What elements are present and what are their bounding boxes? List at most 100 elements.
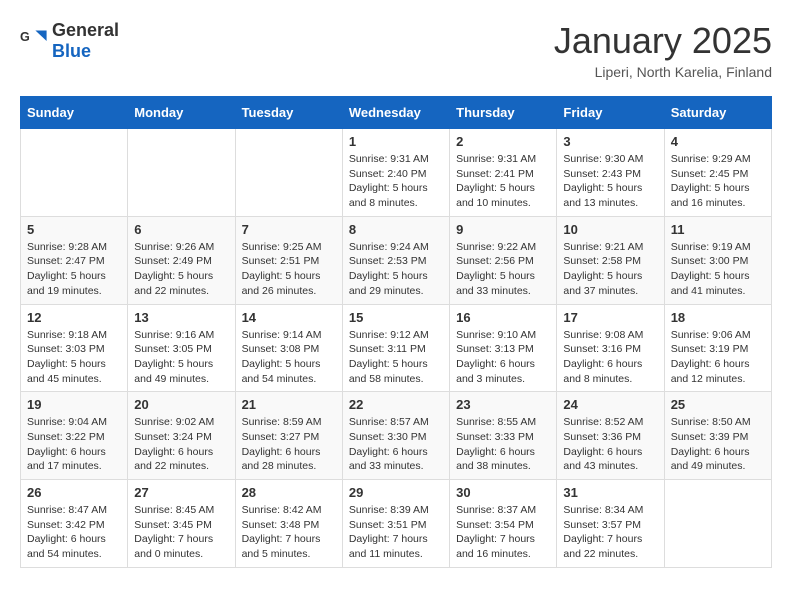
calendar-cell: 27 Sunrise: 8:45 AM Sunset: 3:45 PM Dayli… <box>128 480 235 568</box>
day-info: Sunrise: 9:29 AM Sunset: 2:45 PM Dayligh… <box>671 152 765 211</box>
day-number: 6 <box>134 222 228 237</box>
calendar-cell: 11Sunrise: 9:19 AM Sunset: 3:00 PM Dayli… <box>664 216 771 304</box>
calendar-cell: 9Sunrise: 9:22 AM Sunset: 2:56 PM Daylig… <box>450 216 557 304</box>
day-number: 23 <box>456 397 550 412</box>
calendar-cell: 15 Sunrise: 9:12 AM Sunset: 3:11 PM Dayli… <box>342 304 449 392</box>
day-number: 30 <box>456 485 550 500</box>
day-info: Sunrise: 9:21 AM Sunset: 2:58 PM Dayligh… <box>563 240 657 299</box>
calendar-cell: 12Sunrise: 9:18 AM Sunset: 3:03 PM Dayli… <box>21 304 128 392</box>
day-number: 22 <box>349 397 443 412</box>
day-number: 3 <box>563 134 657 149</box>
calendar-cell <box>664 480 771 568</box>
calendar-cell: 4 Sunrise: 9:29 AM Sunset: 2:45 PM Daylig… <box>664 129 771 217</box>
day-number: 28 <box>242 485 336 500</box>
day-info: Sunrise: 8:45 AM Sunset: 3:45 PM Dayligh… <box>134 503 228 562</box>
calendar-cell: 8Sunrise: 9:24 AM Sunset: 2:53 PM Daylig… <box>342 216 449 304</box>
calendar-table: SundayMondayTuesdayWednesdayThursdayFrid… <box>20 96 772 568</box>
day-number: 13 <box>134 310 228 325</box>
day-info: Sunrise: 9:04 AM Sunset: 3:22 PM Dayligh… <box>27 415 121 474</box>
location-title: Liperi, North Karelia, Finland <box>554 64 772 80</box>
calendar-cell: 22 Sunrise: 8:57 AM Sunset: 3:30 PM Dayli… <box>342 392 449 480</box>
svg-text:G: G <box>20 30 30 44</box>
calendar-cell <box>21 129 128 217</box>
day-info: Sunrise: 9:22 AM Sunset: 2:56 PM Dayligh… <box>456 240 550 299</box>
day-info: Sunrise: 9:16 AM Sunset: 3:05 PM Dayligh… <box>134 328 228 387</box>
day-number: 31 <box>563 485 657 500</box>
day-number: 27 <box>134 485 228 500</box>
logo-blue-text: Blue <box>52 41 91 61</box>
weekday-header-wednesday: Wednesday <box>342 97 449 129</box>
day-number: 2 <box>456 134 550 149</box>
weekday-header-friday: Friday <box>557 97 664 129</box>
day-number: 21 <box>242 397 336 412</box>
day-number: 18 <box>671 310 765 325</box>
calendar-cell: 13 Sunrise: 9:16 AM Sunset: 3:05 PM Dayli… <box>128 304 235 392</box>
day-info: Sunrise: 9:12 AM Sunset: 3:11 PM Dayligh… <box>349 328 443 387</box>
day-info: Sunrise: 9:10 AM Sunset: 3:13 PM Dayligh… <box>456 328 550 387</box>
day-info: Sunrise: 9:31 AM Sunset: 2:41 PM Dayligh… <box>456 152 550 211</box>
day-number: 5 <box>27 222 121 237</box>
calendar-cell: 19 Sunrise: 9:04 AM Sunset: 3:22 PM Dayli… <box>21 392 128 480</box>
day-number: 7 <box>242 222 336 237</box>
day-number: 1 <box>349 134 443 149</box>
day-info: Sunrise: 8:59 AM Sunset: 3:27 PM Dayligh… <box>242 415 336 474</box>
calendar-cell: 28Sunrise: 8:42 AM Sunset: 3:48 PM Dayli… <box>235 480 342 568</box>
weekday-header-monday: Monday <box>128 97 235 129</box>
day-info: Sunrise: 9:19 AM Sunset: 3:00 PM Dayligh… <box>671 240 765 299</box>
day-info: Sunrise: 8:52 AM Sunset: 3:36 PM Dayligh… <box>563 415 657 474</box>
calendar-cell: 5 Sunrise: 9:28 AM Sunset: 2:47 PM Daylig… <box>21 216 128 304</box>
logo-general-text: General <box>52 20 119 40</box>
calendar-cell: 6 Sunrise: 9:26 AM Sunset: 2:49 PM Daylig… <box>128 216 235 304</box>
calendar-week-row: 12Sunrise: 9:18 AM Sunset: 3:03 PM Dayli… <box>21 304 772 392</box>
day-info: Sunrise: 9:24 AM Sunset: 2:53 PM Dayligh… <box>349 240 443 299</box>
day-info: Sunrise: 8:50 AM Sunset: 3:39 PM Dayligh… <box>671 415 765 474</box>
calendar-cell: 20Sunrise: 9:02 AM Sunset: 3:24 PM Dayli… <box>128 392 235 480</box>
day-info: Sunrise: 9:25 AM Sunset: 2:51 PM Dayligh… <box>242 240 336 299</box>
day-number: 19 <box>27 397 121 412</box>
day-info: Sunrise: 9:06 AM Sunset: 3:19 PM Dayligh… <box>671 328 765 387</box>
day-number: 25 <box>671 397 765 412</box>
calendar-week-row: 19 Sunrise: 9:04 AM Sunset: 3:22 PM Dayli… <box>21 392 772 480</box>
calendar-cell: 30 Sunrise: 8:37 AM Sunset: 3:54 PM Dayli… <box>450 480 557 568</box>
calendar-cell: 2 Sunrise: 9:31 AM Sunset: 2:41 PM Daylig… <box>450 129 557 217</box>
day-info: Sunrise: 8:34 AM Sunset: 3:57 PM Dayligh… <box>563 503 657 562</box>
calendar-week-row: 1Sunrise: 9:31 AM Sunset: 2:40 PM Daylig… <box>21 129 772 217</box>
calendar-week-row: 5 Sunrise: 9:28 AM Sunset: 2:47 PM Daylig… <box>21 216 772 304</box>
calendar-cell: 29 Sunrise: 8:39 AM Sunset: 3:51 PM Dayli… <box>342 480 449 568</box>
day-number: 4 <box>671 134 765 149</box>
day-number: 15 <box>349 310 443 325</box>
day-number: 10 <box>563 222 657 237</box>
page-header: G General Blue January 2025 Liperi, Nort… <box>20 20 772 80</box>
weekday-header-thursday: Thursday <box>450 97 557 129</box>
calendar-cell <box>235 129 342 217</box>
day-number: 26 <box>27 485 121 500</box>
day-info: Sunrise: 9:28 AM Sunset: 2:47 PM Dayligh… <box>27 240 121 299</box>
day-info: Sunrise: 8:55 AM Sunset: 3:33 PM Dayligh… <box>456 415 550 474</box>
day-number: 16 <box>456 310 550 325</box>
logo-icon: G <box>20 27 48 55</box>
day-number: 12 <box>27 310 121 325</box>
weekday-header-saturday: Saturday <box>664 97 771 129</box>
calendar-cell: 21 Sunrise: 8:59 AM Sunset: 3:27 PM Dayli… <box>235 392 342 480</box>
calendar-cell: 10 Sunrise: 9:21 AM Sunset: 2:58 PM Dayli… <box>557 216 664 304</box>
day-number: 29 <box>349 485 443 500</box>
day-info: Sunrise: 9:02 AM Sunset: 3:24 PM Dayligh… <box>134 415 228 474</box>
weekday-header-row: SundayMondayTuesdayWednesdayThursdayFrid… <box>21 97 772 129</box>
weekday-header-tuesday: Tuesday <box>235 97 342 129</box>
day-info: Sunrise: 8:57 AM Sunset: 3:30 PM Dayligh… <box>349 415 443 474</box>
day-info: Sunrise: 9:08 AM Sunset: 3:16 PM Dayligh… <box>563 328 657 387</box>
calendar-cell: 26 Sunrise: 8:47 AM Sunset: 3:42 PM Dayli… <box>21 480 128 568</box>
calendar-cell: 23 Sunrise: 8:55 AM Sunset: 3:33 PM Dayli… <box>450 392 557 480</box>
day-info: Sunrise: 9:26 AM Sunset: 2:49 PM Dayligh… <box>134 240 228 299</box>
day-number: 17 <box>563 310 657 325</box>
calendar-cell: 7 Sunrise: 9:25 AM Sunset: 2:51 PM Daylig… <box>235 216 342 304</box>
logo: G General Blue <box>20 20 119 62</box>
calendar-cell <box>128 129 235 217</box>
calendar-cell: 1Sunrise: 9:31 AM Sunset: 2:40 PM Daylig… <box>342 129 449 217</box>
day-info: Sunrise: 8:39 AM Sunset: 3:51 PM Dayligh… <box>349 503 443 562</box>
calendar-cell: 24Sunrise: 8:52 AM Sunset: 3:36 PM Dayli… <box>557 392 664 480</box>
day-info: Sunrise: 8:47 AM Sunset: 3:42 PM Dayligh… <box>27 503 121 562</box>
day-info: Sunrise: 9:14 AM Sunset: 3:08 PM Dayligh… <box>242 328 336 387</box>
day-info: Sunrise: 8:37 AM Sunset: 3:54 PM Dayligh… <box>456 503 550 562</box>
calendar-week-row: 26 Sunrise: 8:47 AM Sunset: 3:42 PM Dayli… <box>21 480 772 568</box>
